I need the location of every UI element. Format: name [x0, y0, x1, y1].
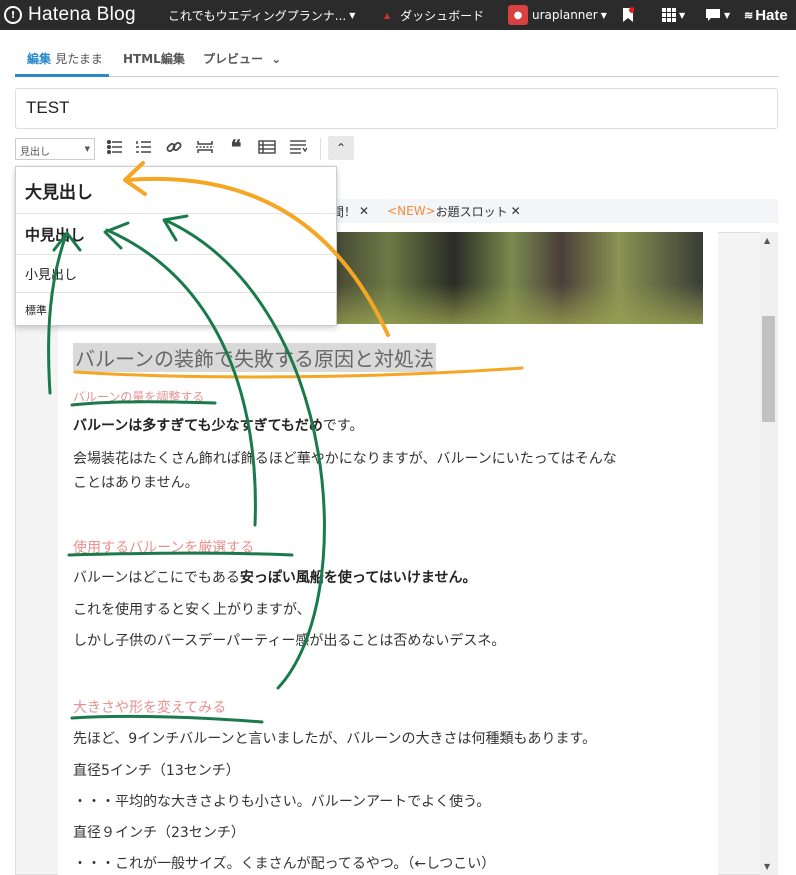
blog-switcher[interactable]: これでもウエディングプランナ... ▼ — [168, 0, 355, 30]
hatena-logo-icon: ! — [4, 6, 22, 24]
scroll-up-icon[interactable]: ▲ — [764, 236, 770, 245]
paragraph: ことはありません。 — [73, 475, 199, 491]
tab-edit-sub: 見たまま — [55, 52, 103, 66]
new-badge: <NEW> — [387, 204, 436, 218]
chevron-down-icon: ▼ — [600, 10, 607, 20]
text: バルーンはどこにでもある — [73, 570, 240, 586]
bold-text: 安っぽい風船を使ってはいけません。 — [239, 570, 477, 586]
dropdown-item-h-large[interactable]: 大見出し — [16, 167, 336, 214]
dropdown-item-h-small[interactable]: 小見出し — [16, 255, 336, 293]
tab-edit-label: 編集 — [27, 52, 52, 66]
hatena-wifi-icon: ≋ — [744, 9, 754, 22]
table-button[interactable] — [255, 136, 279, 158]
tag-bar: 週間！ ✕ <NEW> お題スロット ✕ — [320, 199, 778, 223]
top-bar: ! Hatena Blog これでもウエディングプランナ... ▼ ▲ ダッシュ… — [0, 0, 796, 30]
bullet-list-icon — [107, 140, 122, 154]
collapse-toolbar-button[interactable]: ⌃ — [328, 136, 354, 160]
avatar: ● — [508, 5, 528, 25]
editor-scrollbar[interactable]: ▲ ▼ — [760, 232, 778, 875]
paragraph: バルーンは多すぎても少なすぎてもだめです。 — [73, 415, 364, 437]
continue-reading-icon — [290, 140, 307, 154]
tab-edit[interactable]: 編集 見たまま — [27, 50, 103, 67]
page-break-icon — [196, 141, 214, 153]
editor-tabs: 編集 見たまま HTML編集 プレビュー ⌄ — [15, 44, 778, 77]
paragraph: これを使用すると安く上がりますが、 — [73, 602, 311, 618]
tab-preview-label: プレビュー — [203, 52, 264, 66]
quote-button[interactable]: ❝ — [224, 135, 248, 159]
heading-large: バルーンの装飾で失敗する原因と対処法 — [73, 343, 436, 372]
paragraph: 会場装花はたくさん飾れば飾るほど華やかになりますが、バルーンにいたってはそんな — [73, 451, 617, 467]
grid-icon — [662, 8, 676, 22]
tab-html[interactable]: HTML編集 — [123, 50, 185, 67]
chevron-up-icon: ⌃ — [335, 141, 347, 155]
paragraph: バルーンはどこにでもある安っぽい風船を使ってはいけません。 — [73, 567, 477, 589]
scroll-down-icon[interactable]: ▼ — [764, 862, 770, 871]
notice-icon: ▲ — [384, 10, 391, 20]
paragraph: ・・・平均的な大きさよりも小さい。バルーンアートでよく使う。 — [73, 794, 491, 810]
paragraph: 直径5インチ（13センチ） — [73, 763, 240, 779]
dropdown-item-h-medium[interactable]: 中見出し — [16, 214, 336, 255]
dashboard-link[interactable]: ▲ ダッシュボード — [384, 0, 484, 30]
paragraph: 先ほど、9インチバルーンと言いましたが、バルーンの大きさは何種類もあります。 — [73, 731, 597, 747]
chevron-down-icon: ▼ — [679, 10, 686, 20]
chevron-down-icon: ⌄ — [271, 52, 282, 66]
active-tab-indicator — [15, 74, 109, 77]
user-menu[interactable]: ● uraplanner ▼ — [508, 0, 607, 30]
numbered-list-button[interactable] — [132, 136, 156, 158]
numbered-list-icon — [136, 141, 151, 153]
dashboard-label: ダッシュボード — [400, 8, 485, 23]
heading-dropdown: 大見出し 中見出し 小見出し 標準 — [15, 166, 337, 326]
chevron-down-icon: ▼ — [349, 10, 356, 20]
text: です。 — [322, 418, 364, 434]
scrollbar-thumb[interactable] — [762, 316, 775, 422]
chevron-down-icon: ▼ — [84, 145, 90, 153]
bookmark-icon — [623, 7, 634, 22]
table-icon — [258, 140, 276, 154]
article-photo — [320, 232, 703, 324]
apps-button[interactable]: ▼ — [662, 0, 685, 30]
blog-name: これでもウエディングプランナ... — [168, 8, 347, 23]
toolbar-divider — [320, 138, 321, 160]
paragraph: しかし子供のバースデーパーティー感が出ることは否めないデスネ。 — [73, 633, 506, 649]
hatena-label: Hate — [755, 6, 788, 24]
username: uraplanner — [532, 8, 598, 22]
speech-bubble-icon — [706, 9, 720, 21]
link-button[interactable] — [162, 136, 186, 158]
heading-medium: 大きさや形を変えてみる — [73, 700, 227, 716]
link-icon — [166, 142, 182, 152]
dropdown-item-normal[interactable]: 標準 — [16, 293, 336, 326]
paragraph: 直径９インチ（23センチ） — [73, 825, 245, 841]
close-icon[interactable]: ✕ — [359, 204, 369, 218]
hatena-logo[interactable]: ! Hatena Blog — [4, 0, 136, 30]
hatena-link[interactable]: ≋ Hate — [744, 0, 788, 30]
editor-toolbar: 見出し ▼ ❝ ⌃ — [15, 135, 375, 162]
bullet-list-button[interactable] — [103, 136, 127, 158]
more-button[interactable] — [286, 136, 310, 158]
heading-small: バルーンの量を調整する — [73, 390, 205, 404]
chevron-down-icon: ▼ — [724, 10, 731, 20]
notifications-button[interactable]: ▼ — [705, 0, 730, 30]
bold-text: バルーンは多すぎても少なすぎてもだめ — [73, 418, 323, 434]
heading-medium: 使用するバルーンを厳選する — [73, 540, 255, 556]
title-input[interactable]: TEST — [15, 88, 778, 129]
page-break-button[interactable] — [193, 136, 217, 158]
tag-label[interactable]: お題スロット — [436, 203, 508, 220]
logo-text: Hatena Blog — [28, 4, 136, 25]
tab-preview[interactable]: プレビュー ⌄ — [203, 50, 281, 67]
paragraph: ・・・これが一般サイズ。くまさんが配ってるやつ。（←しつこい） — [73, 856, 496, 872]
bookmark-button[interactable] — [622, 0, 634, 30]
close-icon[interactable]: ✕ — [511, 204, 521, 218]
format-select[interactable]: 見出し ▼ — [15, 138, 95, 160]
format-select-value: 見出し — [20, 147, 50, 158]
quote-icon: ❝ — [230, 135, 242, 159]
